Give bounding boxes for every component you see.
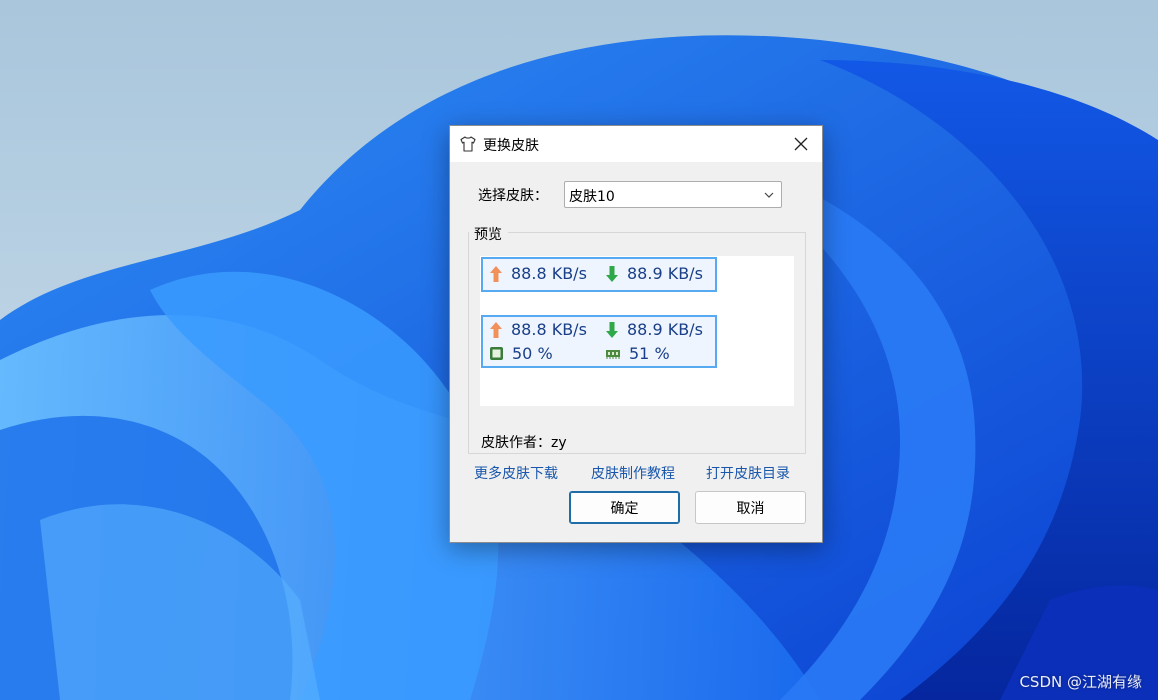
more-skins-link[interactable]: 更多皮肤下载 [474,463,558,483]
cpu-metric: 50 % [489,344,553,363]
dialog-title: 更换皮肤 [483,138,539,154]
open-skin-dir-link[interactable]: 打开皮肤目录 [706,463,790,483]
select-skin-label: 选择皮肤： [478,188,548,204]
upload-speed: 88.8 KB/s [511,264,587,283]
memory-metric: 51 % [605,344,670,363]
download-metric: 88.9 KB/s [605,320,703,339]
preview-group-border [508,232,806,233]
close-button[interactable] [780,126,822,162]
change-skin-dialog: 更换皮肤 选择皮肤： 皮肤10 预览 88.8 KB/s 88.9 KB/s 8… [449,125,823,543]
cpu-icon [490,347,503,360]
watermark: CSDN @江湖有缘 [1019,673,1142,691]
upload-metric: 88.8 KB/s [489,264,587,283]
title-bar[interactable]: 更换皮肤 [450,126,822,162]
preview-widget-compact: 88.8 KB/s 88.9 KB/s [481,257,717,292]
upload-metric: 88.8 KB/s [489,320,587,339]
cpu-usage: 50 % [512,344,553,363]
chevron-down-icon [764,192,774,198]
download-arrow-icon [606,265,618,282]
download-speed: 88.9 KB/s [627,320,703,339]
upload-arrow-icon [490,321,502,338]
ok-button[interactable]: 确定 [569,491,680,524]
memory-usage: 51 % [629,344,670,363]
download-speed: 88.9 KB/s [627,264,703,283]
preview-widget-full: 88.8 KB/s 88.9 KB/s 50 % 51 % [481,315,717,368]
close-icon [794,137,808,151]
upload-speed: 88.8 KB/s [511,320,587,339]
skin-author: 皮肤作者：zy [481,435,567,451]
cancel-button[interactable]: 取消 [695,491,806,524]
memory-icon [606,349,620,359]
download-metric: 88.9 KB/s [605,264,703,283]
download-arrow-icon [606,321,618,338]
upload-arrow-icon [490,265,502,282]
skin-select-value: 皮肤10 [569,189,615,205]
tshirt-icon [460,136,476,152]
preview-legend: 预览 [474,227,502,243]
skin-tutorial-link[interactable]: 皮肤制作教程 [591,463,675,483]
preview-canvas: 88.8 KB/s 88.9 KB/s 88.8 KB/s 88.9 KB/s … [480,256,794,406]
skin-select[interactable]: 皮肤10 [564,181,782,208]
